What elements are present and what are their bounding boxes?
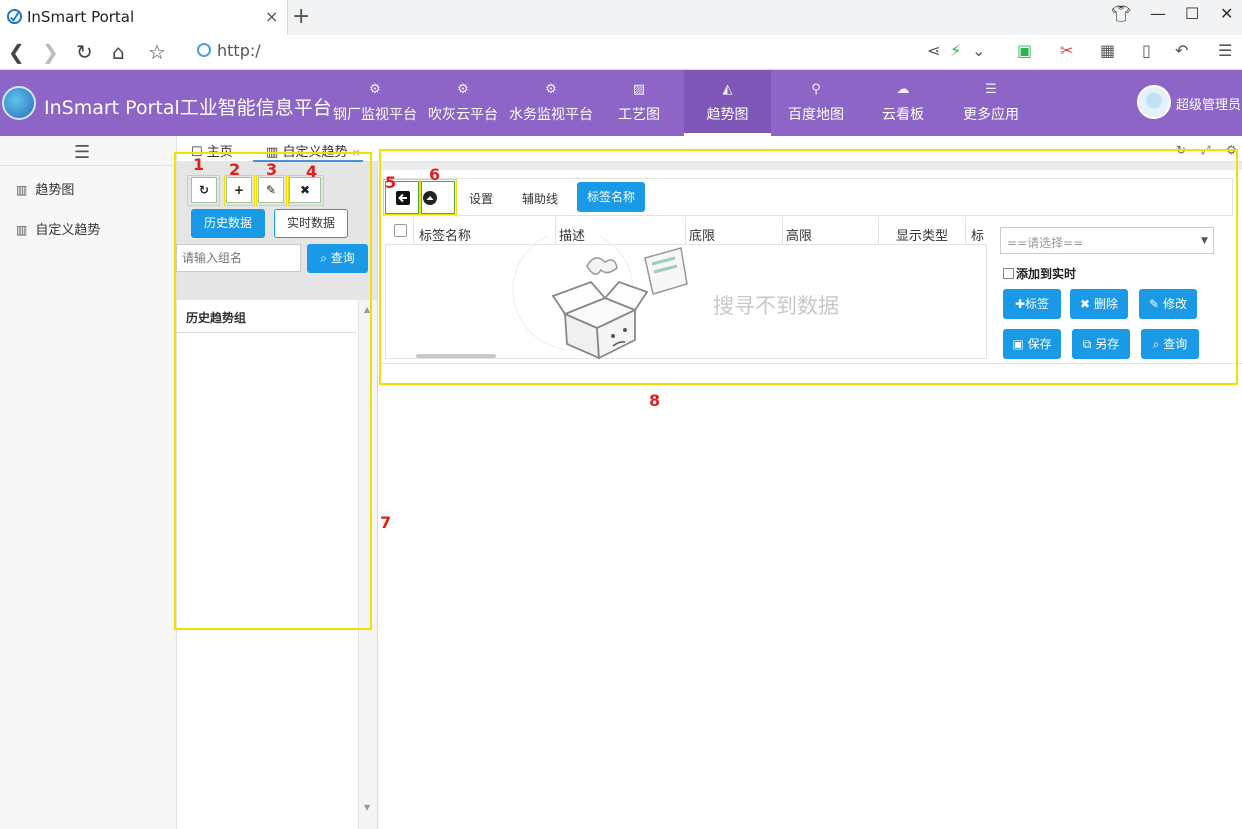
- annotation-box-1: [187, 175, 220, 206]
- share-icon[interactable]: ⋖: [927, 41, 940, 60]
- menu-steel-monitor[interactable]: ⚙ 钢厂监视平台: [330, 70, 420, 136]
- menu-label: 钢厂监视平台: [333, 107, 417, 123]
- annotation-box-2: [224, 175, 255, 206]
- sidebar-item-label: 自定义趋势: [35, 223, 101, 238]
- bar-chart-icon: ▥: [16, 183, 28, 197]
- map-marker-icon: ⚲: [811, 82, 821, 97]
- back-icon[interactable]: ❮: [8, 40, 25, 64]
- scroll-down-icon[interactable]: ▼: [364, 803, 370, 812]
- shirt-icon[interactable]: 👕︎: [1111, 4, 1131, 23]
- undo-icon[interactable]: ↶: [1175, 41, 1188, 60]
- sidebar-toggle-icon[interactable]: ☰: [74, 142, 90, 163]
- maximize-icon[interactable]: ☐: [1185, 4, 1199, 23]
- new-tab-icon[interactable]: +: [292, 4, 310, 29]
- annotation-number: 2: [229, 160, 241, 179]
- cloud-icon: ☁: [896, 82, 910, 97]
- browser-tab[interactable]: InSmart Portal ×: [0, 0, 288, 35]
- apps-grid-icon[interactable]: ▦: [1100, 41, 1115, 60]
- tablet-icon[interactable]: ▯: [1142, 41, 1151, 60]
- menu-baidu-map[interactable]: ⚲ 百度地图: [776, 70, 856, 136]
- home-icon[interactable]: ⌂: [112, 40, 125, 64]
- annotation-box-6: [419, 179, 457, 215]
- menu-label: 工艺图: [618, 107, 660, 123]
- address-bar: ❮ ❯ ↻ ⌂ ☆: [0, 35, 1242, 70]
- menu-water-monitor[interactable]: ⚙ 水务监视平台: [505, 70, 597, 136]
- annotation-number: 5: [385, 173, 397, 192]
- menu-label: 趋势图: [706, 107, 749, 123]
- gears-icon: ⚙: [545, 82, 557, 97]
- image-icon: ▨: [632, 82, 646, 97]
- annotation-box-8: [379, 149, 1238, 385]
- bookmark-star-icon[interactable]: ☆: [148, 40, 166, 64]
- avatar[interactable]: [1137, 85, 1171, 119]
- sidebar-divider: [0, 165, 176, 166]
- menu-label: 更多应用: [963, 107, 1019, 123]
- menu-label: 云看板: [882, 107, 924, 123]
- minimize-icon[interactable]: —: [1150, 4, 1166, 23]
- translate-icon[interactable]: ▣: [1017, 41, 1032, 60]
- forward-icon[interactable]: ❯: [42, 40, 59, 64]
- annotation-number: 4: [306, 162, 318, 181]
- annotation-number: 8: [649, 391, 661, 410]
- bar-chart-icon: ▥: [16, 223, 28, 237]
- annotation-box-7: [174, 152, 372, 630]
- sidebar-item-label: 趋势图: [35, 183, 75, 198]
- user-name[interactable]: 超级管理员: [1176, 94, 1241, 113]
- sidebar-item-trend[interactable]: ▥ 趋势图: [16, 179, 74, 198]
- close-window-icon[interactable]: ✕: [1220, 4, 1233, 23]
- url-field[interactable]: http:/: [217, 41, 261, 60]
- browser-tab-title: InSmart Portal: [27, 8, 135, 26]
- browser-menu-icon[interactable]: ☰: [1218, 41, 1232, 60]
- sidebar-item-custom-trend[interactable]: ▥ 自定义趋势: [16, 219, 100, 238]
- annotation-number: 6: [429, 165, 441, 184]
- menu-more-apps[interactable]: ☰ 更多应用: [956, 70, 1026, 136]
- area-chart-icon: ◭: [722, 82, 733, 97]
- site-globe-icon: [197, 43, 211, 57]
- browser-tabbar: InSmart Portal × + 👕︎ — ☐ ✕: [0, 0, 1242, 35]
- annotation-number: 7: [380, 513, 392, 532]
- annotation-box-3: [256, 175, 287, 206]
- app-title: InSmart Portal工业智能信息平台: [44, 97, 332, 119]
- sidebar: [0, 136, 177, 829]
- chevron-down-icon[interactable]: ⌄: [972, 41, 985, 60]
- lightning-icon[interactable]: ⚡: [950, 41, 961, 60]
- menu-label: 水务监视平台: [509, 107, 593, 123]
- annotation-number: 1: [193, 155, 205, 174]
- menu-sootblow-cloud[interactable]: ⚙ 吹灰云平台: [423, 70, 503, 136]
- scissors-icon[interactable]: ✂: [1060, 41, 1073, 60]
- close-tab-icon[interactable]: ×: [265, 7, 278, 26]
- site-logo-icon: [7, 9, 22, 24]
- reload-icon[interactable]: ↻: [76, 40, 93, 64]
- menu-label: 吹灰云平台: [428, 107, 498, 123]
- menu-label: 百度地图: [788, 107, 844, 123]
- annotation-number: 3: [266, 160, 278, 179]
- gears-icon: ⚙: [369, 82, 381, 97]
- brand-logo-icon: [2, 86, 36, 120]
- menu-icon: ☰: [985, 82, 997, 97]
- menu-trend-chart[interactable]: ◭ 趋势图: [684, 70, 771, 136]
- menu-process-diagram[interactable]: ▨ 工艺图: [600, 70, 678, 136]
- menu-cloud-board[interactable]: ☁ 云看板: [866, 70, 940, 136]
- gears-icon: ⚙: [457, 82, 469, 97]
